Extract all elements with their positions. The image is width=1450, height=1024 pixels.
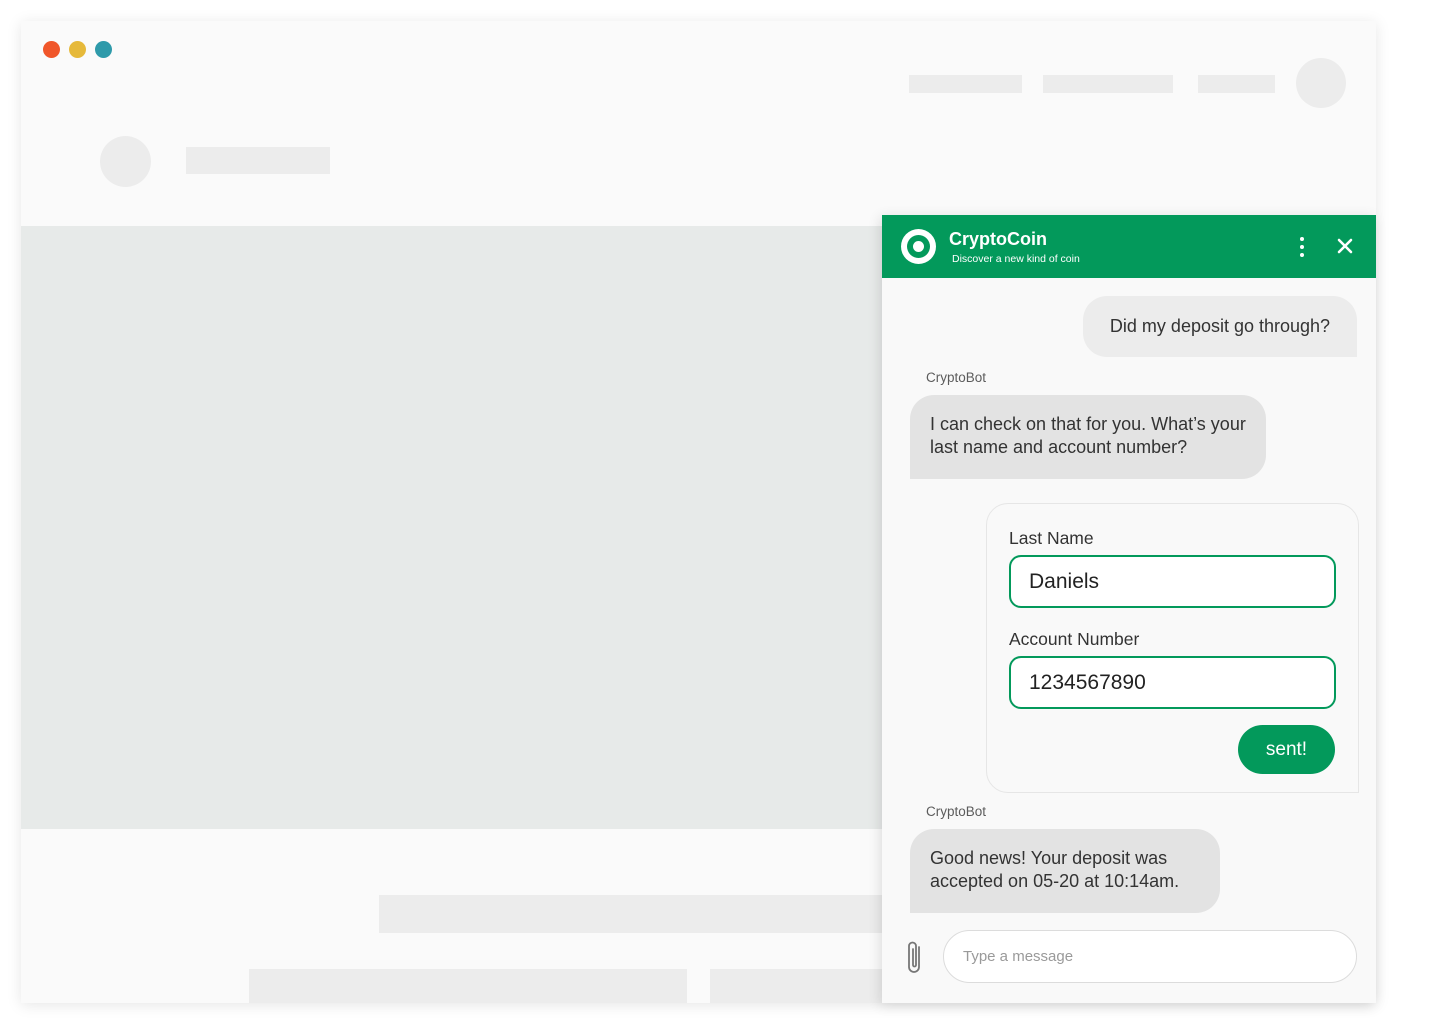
profile-avatar-placeholder <box>100 136 151 187</box>
last-name-field[interactable] <box>1009 555 1336 608</box>
bot-message-bubble: I can check on that for you. What’s your… <box>910 395 1266 479</box>
sent-button[interactable]: sent! <box>1238 725 1335 774</box>
bot-sender-label: CryptoBot <box>926 370 987 385</box>
window-close-dot[interactable] <box>43 41 60 58</box>
nav-placeholder-1 <box>909 75 1022 93</box>
window-maximize-dot[interactable] <box>95 41 112 58</box>
account-form-card: Last Name Account Number sent! <box>986 503 1359 793</box>
bot-message-text: Good news! Your deposit was accepted on … <box>930 848 1180 891</box>
message-input[interactable] <box>943 930 1357 983</box>
bot-sender-label: CryptoBot <box>926 804 987 819</box>
kebab-menu-icon[interactable] <box>1294 235 1310 259</box>
account-number-label: Account Number <box>1009 629 1140 649</box>
user-message-bubble: Did my deposit go through? <box>1083 296 1357 357</box>
profile-name-placeholder <box>186 147 330 174</box>
last-name-label: Last Name <box>1009 528 1094 548</box>
account-number-field[interactable] <box>1009 656 1336 709</box>
content-placeholder-2 <box>249 969 687 1003</box>
content-placeholder-3 <box>710 969 900 1003</box>
nav-placeholder-2 <box>1043 75 1173 93</box>
close-icon[interactable] <box>1334 235 1356 257</box>
avatar-placeholder <box>1296 58 1346 108</box>
paperclip-icon[interactable] <box>902 938 928 978</box>
user-message-text: Did my deposit go through? <box>1109 316 1331 336</box>
cryptocoin-logo-icon <box>901 229 936 264</box>
chat-widget: CryptoCoin Discover a new kind of coin D… <box>882 215 1376 1003</box>
content-placeholder-1 <box>379 895 899 933</box>
bot-message-text: I can check on that for you. What’s your… <box>930 414 1246 457</box>
chat-header: CryptoCoin Discover a new kind of coin <box>882 215 1376 278</box>
brand-name: CryptoCoin <box>949 229 1047 249</box>
brand-tagline: Discover a new kind of coin <box>952 253 1080 265</box>
window-minimize-dot[interactable] <box>69 41 86 58</box>
bot-message-bubble: Good news! Your deposit was accepted on … <box>910 829 1220 913</box>
nav-placeholder-3 <box>1198 75 1275 93</box>
